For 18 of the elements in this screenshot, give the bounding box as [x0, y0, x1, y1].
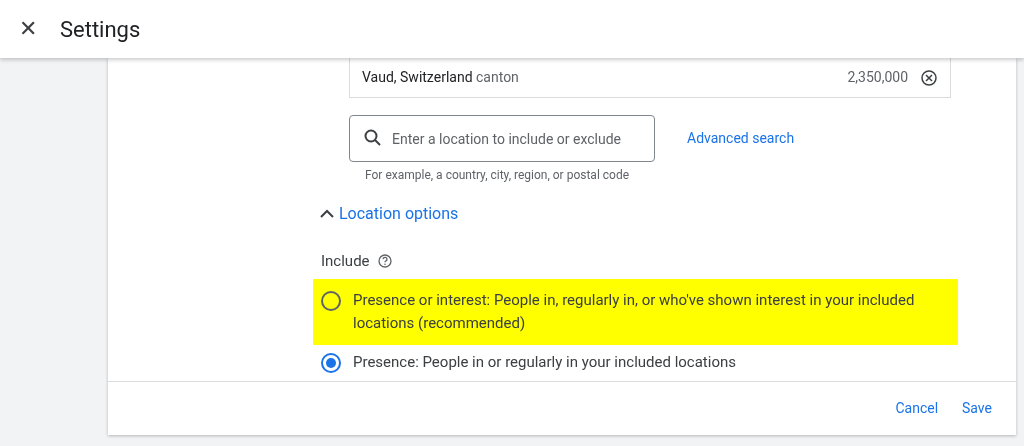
help-icon[interactable] [377, 254, 392, 269]
cancel-button[interactable]: Cancel [887, 392, 947, 425]
option-label: Presence or interest: People in, regularly in, or who've shown interest in your included locations (recommended) [353, 289, 916, 334]
close-button[interactable]: ✕ [17, 18, 39, 40]
advanced-search-link[interactable]: Advanced search [687, 128, 795, 149]
radio-button[interactable] [321, 352, 341, 373]
search-icon [363, 128, 383, 148]
option-label: Presence: People in or regularly in your included locations [353, 351, 736, 373]
include-label: Include [321, 251, 370, 272]
location-reach: 2,350,000 [847, 68, 908, 87]
radio-button[interactable] [321, 290, 341, 311]
helper-text: For example, a country, city, region, or postal code [365, 167, 631, 184]
save-button[interactable]: Save [954, 392, 1000, 425]
page-title: Settings [60, 15, 141, 44]
location-options-toggle[interactable]: Location options [317, 202, 459, 226]
location-search-field[interactable]: Enter a location to include or exclude [349, 115, 655, 162]
remove-icon[interactable] [920, 68, 938, 87]
location-name: Vaud, Switzerland canton [362, 68, 519, 87]
